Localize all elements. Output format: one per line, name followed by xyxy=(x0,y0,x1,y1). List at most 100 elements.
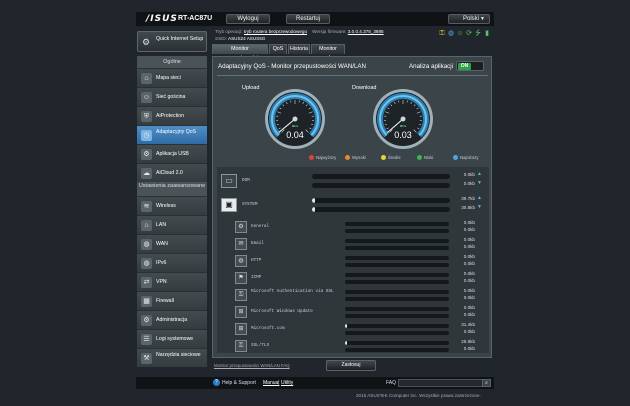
app-name: Email xyxy=(251,241,264,246)
app-download-rate: 0.0kb xyxy=(463,295,475,300)
app-upload-bar xyxy=(345,273,449,277)
app-name: ICMP xyxy=(251,275,262,280)
upload-gauge-unit: Mb/s xyxy=(292,124,299,128)
sidebar-general-heading: Ogólne xyxy=(137,56,207,68)
utility-link[interactable]: Utility xyxy=(281,380,293,386)
asus-logo: /ISUS xyxy=(146,14,178,24)
sidebar-item-wireless[interactable]: ≋ Wireless xyxy=(137,196,207,215)
device-row[interactable]: ▣ SYSTEM 39.7kb 30.8kb ▲ ▼ xyxy=(217,195,489,215)
sidebar-advanced-heading: Ustawienia zaawansowane xyxy=(137,182,207,196)
sidebar-item-mapa-sieci[interactable]: ⌂ Mapa sieci xyxy=(137,68,207,87)
mode-value[interactable]: tryb routera bezprzewodowego xyxy=(244,29,307,34)
app-upload-bar xyxy=(345,324,449,328)
tab-monitor-ruchu[interactable]: Monitor ruchu xyxy=(311,44,345,61)
legend-dot xyxy=(309,155,314,160)
app-upload-rate: 0.0kb xyxy=(463,288,475,293)
app-upload-bar xyxy=(345,341,449,345)
app-download-bar xyxy=(345,314,449,318)
sidebar-item-label: Mapa sieci xyxy=(156,75,181,81)
top-bar: /ISUS RT-AC87U Wyloguj Restartuj Polski … xyxy=(136,12,494,26)
sidebar-item-adaptacyjny-qos[interactable]: ◷ Adaptacyjny QoS xyxy=(137,125,207,144)
sidebar-item-label: AiProtection xyxy=(156,113,184,119)
restart-button[interactable]: Restartuj xyxy=(286,14,330,24)
download-gauge-hub xyxy=(400,116,406,122)
wps-icon[interactable]: ⟳ xyxy=(465,30,473,38)
legend-label: Niski xyxy=(424,155,434,160)
sidebar-item-aicloud-2-0[interactable]: ☁ AiCloud 2.0 xyxy=(137,163,207,182)
status-icons: ⚿ ◍ ☺ ⟳ ⭍ ▮ xyxy=(438,30,494,40)
quick-internet-setup-button[interactable]: ⚙ Quick Internet Setup xyxy=(137,31,207,52)
sidebar-item-label: WAN xyxy=(156,241,168,247)
language-label: Polski xyxy=(463,16,480,22)
sidebar-item-narzędzia-sieciowe[interactable]: ⚒ Narzędzia sieciowe xyxy=(137,348,207,367)
download-rate: 0.0kb xyxy=(463,181,475,186)
app-name: Microsoft Windows Update xyxy=(251,309,313,314)
app-download-rate: 0.0kb xyxy=(463,261,475,266)
faq-search-input[interactable] xyxy=(398,379,484,387)
divider xyxy=(217,75,488,76)
sidebar-item-aiprotection[interactable]: ⛨ AiProtection xyxy=(137,106,207,125)
device-row[interactable]: ▭ DOM 0.0kb 0.0kb ▲ ▼ xyxy=(217,171,489,191)
wan-icon: ◍ xyxy=(141,239,152,250)
quick-setup-label: Quick Internet Setup xyxy=(156,36,204,42)
key-icon[interactable]: ⚿ xyxy=(438,30,446,38)
app-bar-fill xyxy=(345,324,348,328)
sidebar-item-lan[interactable]: ⌂ LAN xyxy=(137,215,207,234)
quick-setup-icon: ⚙ xyxy=(142,37,151,47)
guest-icon[interactable]: ☺ xyxy=(456,30,464,38)
upload-bar xyxy=(312,198,450,203)
legend-item: Niski xyxy=(417,154,433,161)
app-download-bar xyxy=(345,348,449,352)
app-download-bar xyxy=(345,263,449,267)
manual-link[interactable]: Manual xyxy=(263,380,279,386)
app-analysis-label: Analiza aplikacji xyxy=(409,63,454,70)
sidebar-item-label: Aplikacja USB xyxy=(156,151,189,157)
qos-icon: ◷ xyxy=(141,130,152,141)
legend-dot xyxy=(417,155,422,160)
upload-gauge-hub xyxy=(292,116,298,122)
app-upload-rate: 0.0kb xyxy=(463,254,475,259)
tab-monitor-przepustowo-ci[interactable]: Monitor przepustowości xyxy=(212,44,268,61)
app-upload-rate: 0.0kb xyxy=(463,220,475,225)
globe-icon[interactable]: ◍ xyxy=(447,30,455,38)
upload-rate: 39.7kb xyxy=(461,196,475,201)
search-icon[interactable]: ⌕ xyxy=(482,379,491,387)
legend-dot xyxy=(345,155,350,160)
faq-link[interactable]: Monitor przepustowości WAN/LAN FAQ xyxy=(214,363,290,368)
usb-app-icon: ⚙ xyxy=(141,149,152,160)
sidebar-item-sieć-gościna[interactable]: ☺ Sieć gościna xyxy=(137,87,207,106)
firmware-label: Wersja firmware: xyxy=(312,29,347,34)
footer: ? Help & Support Manual | Utility FAQ ⌕ xyxy=(136,377,494,389)
usb-icon[interactable]: ⭍ xyxy=(474,30,482,38)
firmware-value[interactable]: 3.0.0.4.378_3885 xyxy=(348,29,384,34)
sidebar-item-label: Firewall xyxy=(156,298,174,304)
tab-qos[interactable]: QoS xyxy=(269,44,287,54)
sidebar-item-vpn[interactable]: ⇄ VPN xyxy=(137,272,207,291)
sidebar-item-aplikacja-usb[interactable]: ⚙ Aplikacja USB xyxy=(137,144,207,163)
sidebar-item-administracja[interactable]: ⚙ Administracja xyxy=(137,310,207,329)
computer-icon: ▭ xyxy=(221,174,237,188)
app-analysis-toggle[interactable]: ON xyxy=(456,61,484,71)
arrow-down-icon: ▼ xyxy=(477,180,482,186)
logout-button[interactable]: Wyloguj xyxy=(226,14,270,24)
download-bar-fill xyxy=(312,207,315,212)
help-support-link[interactable]: Help & Support xyxy=(222,380,256,386)
sidebar-general-section: Ogólne ⌂ Mapa sieci ☺ Sieć gościna ⛨ AiProtec… xyxy=(137,56,207,182)
guest-network-icon: ☺ xyxy=(141,92,152,103)
sidebar-item-firewall[interactable]: ▦ Firewall xyxy=(137,291,207,310)
sidebar-item-ipv6[interactable]: ◍ IPv6 xyxy=(137,253,207,272)
app-download-rate: 0.0kb xyxy=(463,329,475,334)
app-row: ⚿ SSL/TLS 26.9kb 0.0kb xyxy=(217,338,489,353)
page-title: Adaptacyjny QoS - Monitor przepustowości… xyxy=(218,63,366,70)
language-select[interactable]: Polski ▼ xyxy=(448,14,490,24)
upload-rate: 0.0kb xyxy=(463,172,475,177)
tab-historia[interactable]: Historia xyxy=(288,44,310,54)
administration-icon: ⚙ xyxy=(141,315,152,326)
apply-button[interactable]: Zastosuj xyxy=(326,360,376,371)
app-download-rate: 0.0kb xyxy=(463,346,475,351)
upload-gauge-value: 0.04 xyxy=(286,130,304,140)
sidebar-item-logi-systemowe[interactable]: ☰ Logi systemowe xyxy=(137,329,207,348)
app-row: ⚑ ICMP 0.0kb 0.0kb xyxy=(217,270,489,286)
sidebar-item-wan[interactable]: ◍ WAN xyxy=(137,234,207,253)
app-icon[interactable]: ▮ xyxy=(483,30,491,38)
